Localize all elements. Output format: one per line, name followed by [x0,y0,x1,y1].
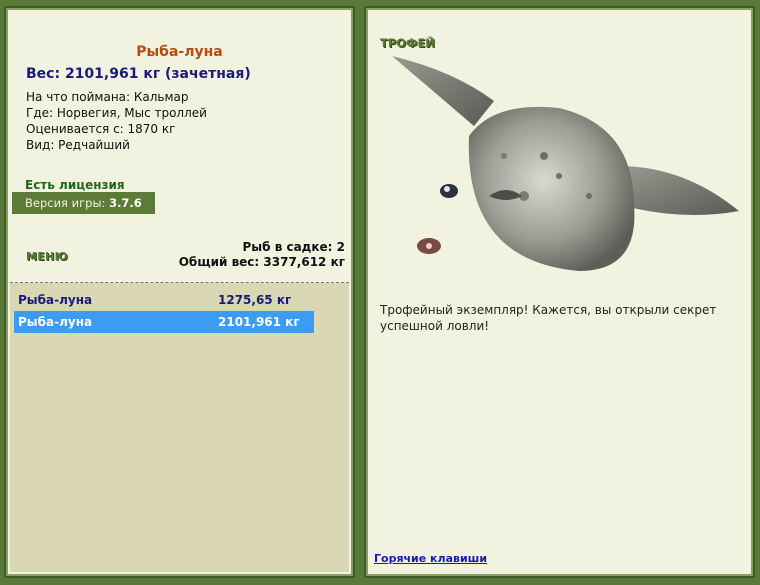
catch-row[interactable]: Рыба-луна 1275,65 кг [14,289,314,311]
catch-name: Рыба-луна [18,315,93,329]
menu-button[interactable]: МЕНЮ [26,250,68,263]
place-info: Где: Норвегия, Мыс троллей [26,106,207,120]
fish-name: Рыба-луна [136,44,223,60]
catch-stats: Рыб в садке: 2 Общий вес: 3377,612 кг [179,240,345,270]
version-label: Версия игры: [25,196,106,210]
catch-name: Рыба-луна [18,293,93,307]
bait-info: На что поймана: Кальмар [26,90,189,104]
catch-list: Рыба-луна 1275,65 кг Рыба-луна 2101,961 … [10,283,349,572]
version-value: 3.7.6 [109,196,142,210]
license-status: Есть лицензия [25,178,125,192]
trophy-description: Трофейный экземпляр! Кажется, вы открыли… [380,303,717,333]
value-info: Оценивается с: 1870 кг [26,122,176,136]
fish-weight: Вес: 2101,961 кг (зачетная) [26,66,251,82]
fish-count: Рыб в садке: 2 [242,240,346,254]
sunfish-image [392,56,739,271]
total-weight: Общий вес: 3377,612 кг [178,255,345,269]
trophy-panel: ТРОФЕЙ Трофейный экземпляр! Кажется, вы … [364,6,755,578]
version-badge: Версия игры: 3.7.6 [12,192,155,214]
catch-weight: 1275,65 кг [218,293,292,307]
catch-weight: 2101,961 кг [218,315,300,329]
kind-info: Вид: Редчайший [26,138,130,152]
catch-row-selected[interactable]: Рыба-луна 2101,961 кг [14,311,314,333]
hotkeys-link[interactable]: Горячие клавиши [374,552,487,565]
fish-info-panel: Рыба-луна Вес: 2101,961 кг (зачетная) На… [4,6,355,578]
